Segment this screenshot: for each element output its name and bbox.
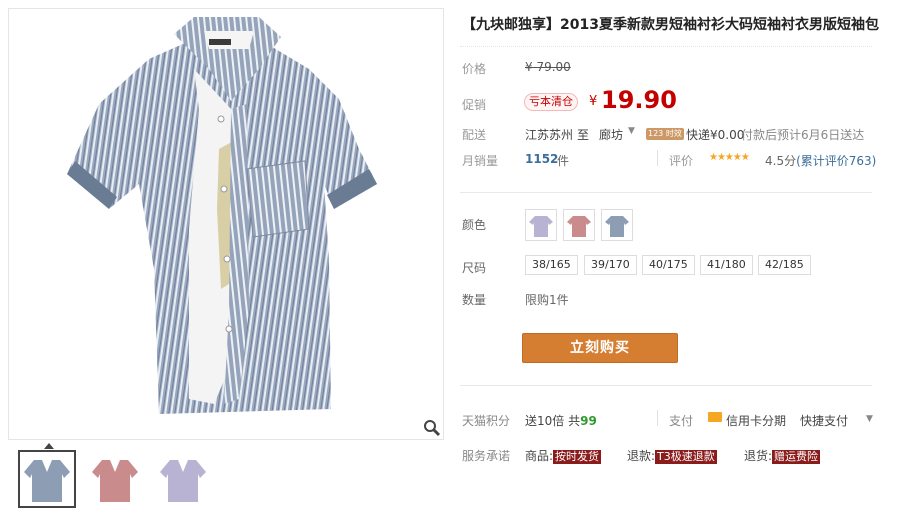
- main-product-image[interactable]: [8, 8, 444, 440]
- price-label: 价格: [462, 62, 487, 76]
- size-option[interactable]: 38/165: [525, 255, 578, 275]
- rating-score: 4.5分(累计评价763): [765, 152, 876, 169]
- size-label: 尺码: [462, 261, 487, 275]
- product-page: 【九块邮独享】2013夏季新款男短袖衬衫大码短袖衬衣男版短袖包 价格 ¥ 79.…: [0, 0, 900, 520]
- shipping-label: 配送: [462, 128, 487, 142]
- installment-link[interactable]: 信用卡分期: [726, 412, 786, 429]
- service-prefix: 退款:: [627, 449, 656, 463]
- promo-label: 促销: [462, 98, 487, 112]
- divider: [657, 150, 658, 166]
- points-value: 99: [580, 414, 597, 428]
- delivery-time-tag: 123 时效: [646, 128, 684, 140]
- rating-value: 4.5分: [765, 154, 797, 168]
- currency-symbol: ¥: [589, 94, 598, 109]
- size-option[interactable]: 40/175: [642, 255, 695, 275]
- star-icon: ★★★★★: [709, 152, 750, 163]
- delivery-estimate: 付款后预计6月6日送达: [741, 128, 865, 142]
- ship-to-select[interactable]: 廊坊: [599, 126, 623, 143]
- service-badge: T3极速退款: [655, 450, 717, 464]
- points-info: 送10倍 共99: [525, 412, 597, 429]
- buy-now-button[interactable]: 立刻购买: [522, 333, 678, 363]
- color-label: 颜色: [462, 218, 487, 232]
- original-price: ¥ 79.00: [525, 60, 571, 74]
- service-label: 服务承诺: [462, 449, 511, 463]
- service-badge: 赠运费险: [772, 450, 821, 464]
- chevron-down-icon[interactable]: ▼: [866, 414, 873, 424]
- thumbnail-red[interactable]: [86, 450, 144, 508]
- service-badge: 按时发货: [553, 450, 602, 464]
- service-prefix: 退货:: [744, 449, 773, 463]
- divider: [460, 385, 872, 386]
- express-fee: 快递¥0.00: [686, 128, 745, 142]
- points-text: 送10倍 共: [525, 414, 581, 428]
- color-swatch-lilac[interactable]: [525, 209, 557, 241]
- service-item: 退货: 赠运费险: [744, 447, 821, 464]
- service-prefix: 商品:: [525, 449, 554, 463]
- size-option[interactable]: 42/185: [758, 255, 811, 275]
- credit-card-icon: [708, 412, 722, 422]
- quantity-limit: 限购1件: [525, 293, 569, 307]
- chevron-down-icon[interactable]: ▼: [628, 126, 635, 136]
- thumbnail-lilac[interactable]: [154, 450, 212, 508]
- monthly-sales-count: 1152: [525, 152, 559, 166]
- thumbnail-blue[interactable]: [18, 450, 76, 508]
- current-price: 19.90: [601, 86, 677, 114]
- rating-label: 评价: [669, 154, 694, 168]
- color-swatch-blue[interactable]: [601, 209, 633, 241]
- active-thumb-indicator: [44, 443, 54, 449]
- divider: [460, 192, 872, 193]
- monthly-sales-label: 月销量: [462, 154, 499, 168]
- ship-from: 江苏苏州: [525, 128, 574, 142]
- promo-badge: 亏本清仓: [524, 93, 578, 111]
- size-option[interactable]: 39/170: [584, 255, 637, 275]
- shirt-illustration: [67, 17, 377, 414]
- service-item: 退款: T3极速退款: [627, 447, 717, 464]
- reviews-link[interactable]: (累计评价763): [796, 154, 876, 168]
- service-item: 商品: 按时发货: [525, 447, 602, 464]
- thumbnail-strip: [8, 443, 444, 512]
- ship-to-word: 至: [577, 128, 590, 142]
- quantity-label: 数量: [462, 293, 487, 307]
- quick-pay-link[interactable]: 快捷支付: [800, 412, 848, 429]
- divider: [657, 410, 658, 426]
- zoom-icon[interactable]: [422, 418, 442, 438]
- color-swatch-red[interactable]: [563, 209, 595, 241]
- points-label: 天猫积分: [462, 414, 511, 428]
- payment-label: 支付: [669, 414, 694, 428]
- sales-unit: 件: [557, 154, 570, 168]
- size-option[interactable]: 41/180: [700, 255, 753, 275]
- product-title: 【九块邮独享】2013夏季新款男短袖衬衫大码短袖衬衣男版短袖包: [462, 17, 879, 33]
